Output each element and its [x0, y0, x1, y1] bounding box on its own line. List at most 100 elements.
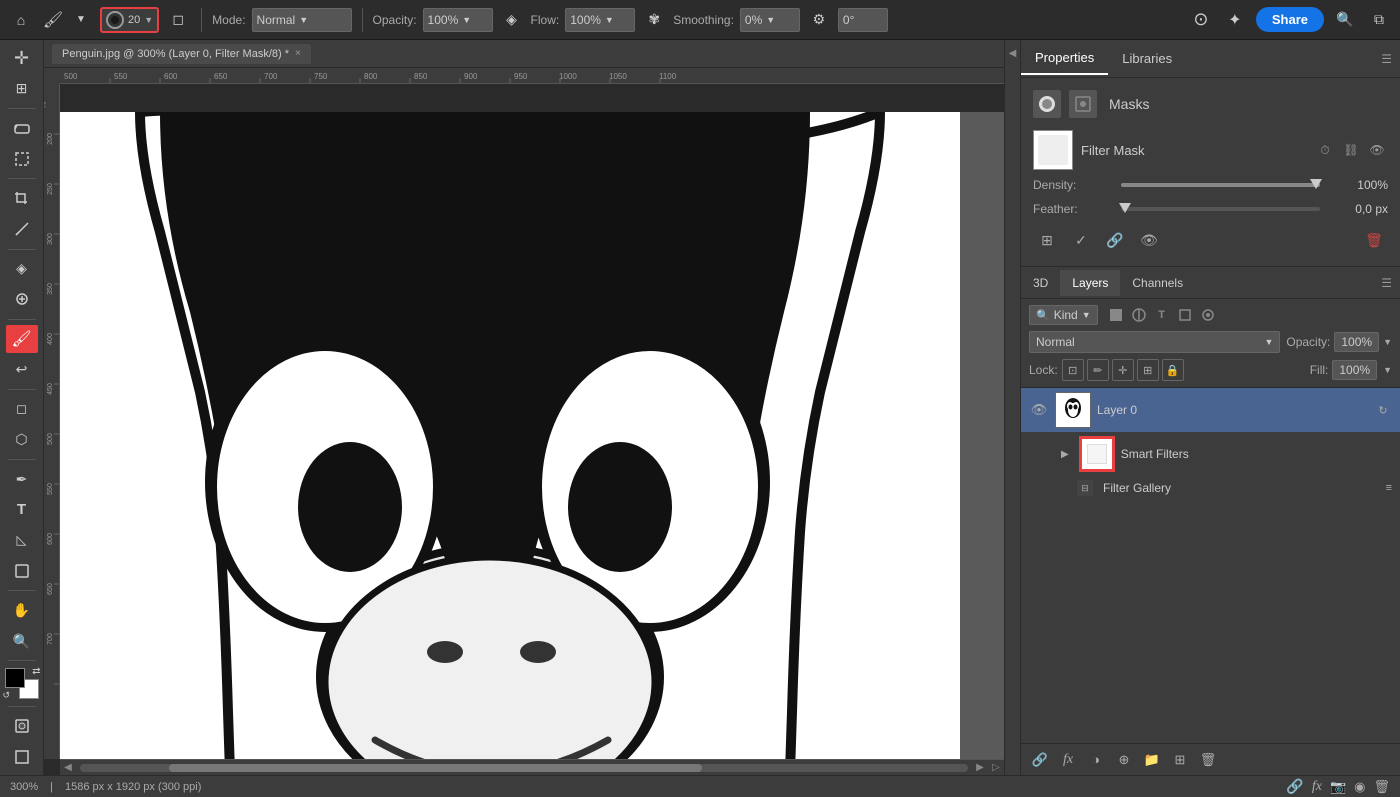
- tab-channels[interactable]: Channels: [1120, 270, 1195, 296]
- eyedropper-tool-btn[interactable]: ◈: [6, 254, 38, 283]
- delete-mask-icon[interactable]: 🗑: [1360, 226, 1388, 254]
- hand-tool-btn[interactable]: ✋: [6, 596, 38, 625]
- eraser-tool-left-btn[interactable]: ◻: [6, 395, 38, 424]
- delete-layer-icon[interactable]: 🗑: [1197, 749, 1219, 771]
- layer-0-thumbnail[interactable]: [1055, 392, 1091, 428]
- kind-type-icon[interactable]: T: [1152, 305, 1172, 325]
- lock-artboard-icon[interactable]: ⊞: [1137, 359, 1159, 381]
- search-icon[interactable]: 🔍: [1332, 7, 1358, 33]
- group-layers-icon[interactable]: 📁: [1141, 749, 1163, 771]
- healing-tool-btn[interactable]: [6, 285, 38, 314]
- fx-icon[interactable]: fx: [1057, 749, 1079, 771]
- flow-icon[interactable]: ✾: [641, 7, 667, 33]
- fill-value-control[interactable]: 100%: [1332, 360, 1377, 380]
- layout-icon[interactable]: ⧉: [1366, 7, 1392, 33]
- scroll-left-btn[interactable]: ◀: [60, 760, 76, 776]
- pen-tool-btn[interactable]: ✒: [6, 465, 38, 494]
- kind-pixel-icon[interactable]: [1106, 305, 1126, 325]
- brush-tool-btn[interactable]: 🖌: [40, 7, 66, 33]
- horizontal-scrollbar[interactable]: ◀ ▶ ▷: [60, 759, 1004, 775]
- apply-mask-icon[interactable]: ✓: [1067, 226, 1095, 254]
- new-adjustment-layer-icon[interactable]: ⊕: [1113, 749, 1135, 771]
- screen-mode-btn[interactable]: [6, 742, 38, 771]
- layers-panel-menu[interactable]: ☰: [1373, 276, 1400, 290]
- filter-mask-time-icon[interactable]: ⏱: [1314, 139, 1336, 161]
- shape-tool-btn[interactable]: [6, 557, 38, 586]
- status-trash-icon[interactable]: 🗑: [1373, 779, 1390, 795]
- status-link-icon[interactable]: 🔗: [1286, 778, 1303, 795]
- kind-select-dropdown[interactable]: 🔍 Kind ▼: [1029, 305, 1098, 325]
- panel-collapse-btn[interactable]: ◀: [1009, 48, 1017, 59]
- opacity-value-layers[interactable]: 100%: [1334, 332, 1379, 352]
- angle-control[interactable]: 0°: [838, 8, 888, 32]
- target-icon[interactable]: ⊙: [1188, 7, 1214, 33]
- path-select-btn[interactable]: ◺: [6, 526, 38, 555]
- brush-size-selector[interactable]: 20 ▼: [100, 7, 159, 33]
- lasso-tool-btn[interactable]: [6, 114, 38, 143]
- canvas-viewport[interactable]: [60, 112, 1004, 759]
- filter-gallery-right-icon[interactable]: ≡: [1386, 482, 1392, 494]
- crop-tool-btn[interactable]: [6, 184, 38, 213]
- opacity-chevron[interactable]: ▼: [1383, 337, 1392, 347]
- type-tool-btn[interactable]: T: [6, 495, 38, 524]
- smart-filter-thumbnail[interactable]: [1079, 436, 1115, 472]
- zoom-tool-btn[interactable]: 🔍: [6, 627, 38, 656]
- history-brush-btn[interactable]: ↩: [6, 355, 38, 384]
- tab-properties[interactable]: Properties: [1021, 42, 1108, 75]
- filter-mask-thumbnail[interactable]: [1033, 130, 1073, 170]
- tab-3d[interactable]: 3D: [1021, 270, 1060, 296]
- filter-mask-eye-icon[interactable]: 👁: [1366, 139, 1388, 161]
- link-mask-icon[interactable]: 🔗: [1101, 226, 1129, 254]
- home-icon[interactable]: ⌂: [8, 7, 34, 33]
- measure-tool-btn[interactable]: [6, 215, 38, 244]
- feather-slider[interactable]: [1121, 207, 1320, 211]
- fill-tool-btn[interactable]: ⬡: [6, 425, 38, 454]
- eraser-tool-btn[interactable]: ◻: [165, 7, 191, 33]
- scroll-thumb-h[interactable]: [169, 764, 702, 772]
- density-slider[interactable]: [1121, 183, 1320, 187]
- status-mask-icon[interactable]: ◉: [1354, 779, 1365, 795]
- document-tab[interactable]: Penguin.jpg @ 300% (Layer 0, Filter Mask…: [52, 44, 311, 64]
- panel-menu-icon[interactable]: ☰: [1373, 52, 1400, 66]
- tab-close[interactable]: ×: [295, 48, 301, 59]
- move-tool-btn[interactable]: ✛: [6, 44, 38, 73]
- filter-mask-link-icon[interactable]: ⛓: [1340, 139, 1362, 161]
- opacity-control[interactable]: 100% ▼: [423, 8, 493, 32]
- lock-pixels-icon[interactable]: ⊡: [1062, 359, 1084, 381]
- brush-size-dropdown-icon[interactable]: ▼: [144, 15, 153, 25]
- scroll-track-h[interactable]: [80, 764, 968, 772]
- status-fx-icon[interactable]: fx: [1312, 779, 1322, 795]
- zoom-level[interactable]: 300%: [10, 781, 38, 793]
- smart-filters-row[interactable]: ▶ Smart Filters: [1021, 432, 1400, 476]
- lock-drawing-icon[interactable]: ✏: [1087, 359, 1109, 381]
- star-icon[interactable]: ✦: [1222, 7, 1248, 33]
- settings-icon[interactable]: ⚙: [806, 7, 832, 33]
- kind-shape-icon[interactable]: [1175, 305, 1195, 325]
- new-layer-icon[interactable]: ⊞: [1169, 749, 1191, 771]
- smoothing-control[interactable]: 0% ▼: [740, 8, 800, 32]
- flow-control[interactable]: 100% ▼: [565, 8, 635, 32]
- lock-move-icon[interactable]: ✛: [1112, 359, 1134, 381]
- lock-all-icon[interactable]: 🔒: [1162, 359, 1184, 381]
- fill-chevron[interactable]: ▼: [1383, 365, 1392, 375]
- quick-mask-btn[interactable]: [6, 712, 38, 741]
- tab-libraries[interactable]: Libraries: [1108, 43, 1186, 74]
- scroll-right-btn[interactable]: ▶: [972, 760, 988, 776]
- expand-canvas-btn[interactable]: ▷: [988, 760, 1004, 776]
- mask-pixel-icon[interactable]: [1033, 90, 1061, 118]
- new-fill-layer-icon[interactable]: ◑: [1085, 749, 1107, 771]
- layer-0-visibility[interactable]: 👁: [1029, 400, 1049, 420]
- tab-layers[interactable]: Layers: [1060, 270, 1120, 296]
- status-camera-icon[interactable]: 📷: [1330, 779, 1346, 795]
- view-mask-icon[interactable]: 👁: [1135, 226, 1163, 254]
- mode-dropdown[interactable]: Normal ▼: [252, 8, 352, 32]
- brush-mode-dropdown[interactable]: ▼: [68, 7, 94, 33]
- layer-0-row[interactable]: 👁 Layer: [1021, 388, 1400, 432]
- canvas-document[interactable]: [60, 112, 960, 759]
- blend-mode-dropdown[interactable]: Normal ▼: [1029, 331, 1280, 353]
- mask-vector-icon[interactable]: [1069, 90, 1097, 118]
- kind-adjustment-icon[interactable]: [1129, 305, 1149, 325]
- share-button[interactable]: Share: [1256, 7, 1324, 32]
- brush-tool-left-btn[interactable]: 🖌: [6, 325, 38, 354]
- switch-colors-icon[interactable]: ⇄: [32, 666, 40, 677]
